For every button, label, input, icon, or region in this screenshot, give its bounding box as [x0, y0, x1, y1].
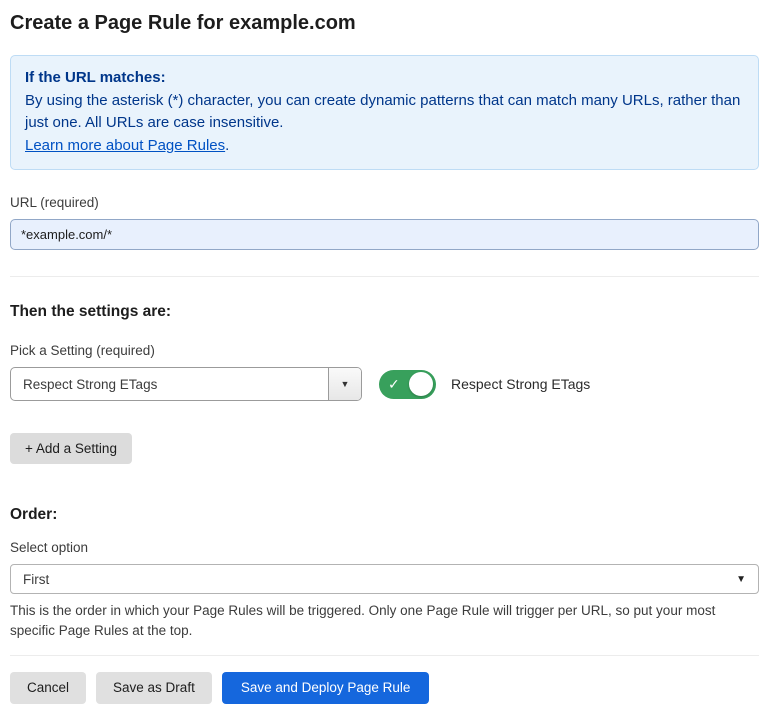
link-period: . [225, 137, 229, 154]
add-setting-button[interactable]: + Add a Setting [10, 433, 132, 464]
setting-row: Respect Strong ETags ▼ ✓ Respect Strong … [10, 367, 759, 401]
chevron-down-icon[interactable]: ▼ [328, 368, 361, 400]
check-icon: ✓ [388, 377, 400, 391]
order-help-text: This is the order in which your Page Rul… [10, 601, 759, 642]
learn-more-link[interactable]: Learn more about Page Rules [25, 137, 225, 154]
save-deploy-button[interactable]: Save and Deploy Page Rule [222, 672, 430, 704]
url-field-label: URL (required) [10, 195, 759, 210]
page-rule-form: Create a Page Rule for example.com If th… [0, 0, 769, 704]
save-draft-button[interactable]: Save as Draft [96, 672, 212, 704]
section-divider [10, 276, 759, 277]
toggle-knob [409, 372, 433, 396]
order-select-label: Select option [10, 540, 759, 555]
pick-setting-label: Pick a Setting (required) [10, 343, 759, 358]
info-box-body: By using the asterisk (*) character, you… [25, 90, 744, 135]
setting-select[interactable]: Respect Strong ETags ▼ [10, 367, 362, 401]
settings-section-title: Then the settings are: [10, 303, 759, 321]
url-match-info-box: If the URL matches: By using the asteris… [10, 55, 759, 170]
order-select[interactable]: First ▼ [10, 564, 759, 594]
order-section-title: Order: [10, 506, 759, 524]
footer-actions: Cancel Save as Draft Save and Deploy Pag… [10, 672, 759, 704]
cancel-button[interactable]: Cancel [10, 672, 86, 704]
page-title: Create a Page Rule for example.com [10, 12, 759, 35]
url-input[interactable] [10, 219, 759, 250]
chevron-down-icon: ▼ [736, 574, 746, 585]
info-box-heading: If the URL matches: [25, 67, 744, 90]
footer-divider [10, 655, 759, 656]
info-box-link-line: Learn more about Page Rules. [25, 135, 744, 158]
setting-toggle-label: Respect Strong ETags [451, 376, 590, 392]
setting-select-value: Respect Strong ETags [11, 368, 328, 400]
order-select-value: First [23, 572, 736, 587]
setting-toggle[interactable]: ✓ [379, 370, 436, 399]
